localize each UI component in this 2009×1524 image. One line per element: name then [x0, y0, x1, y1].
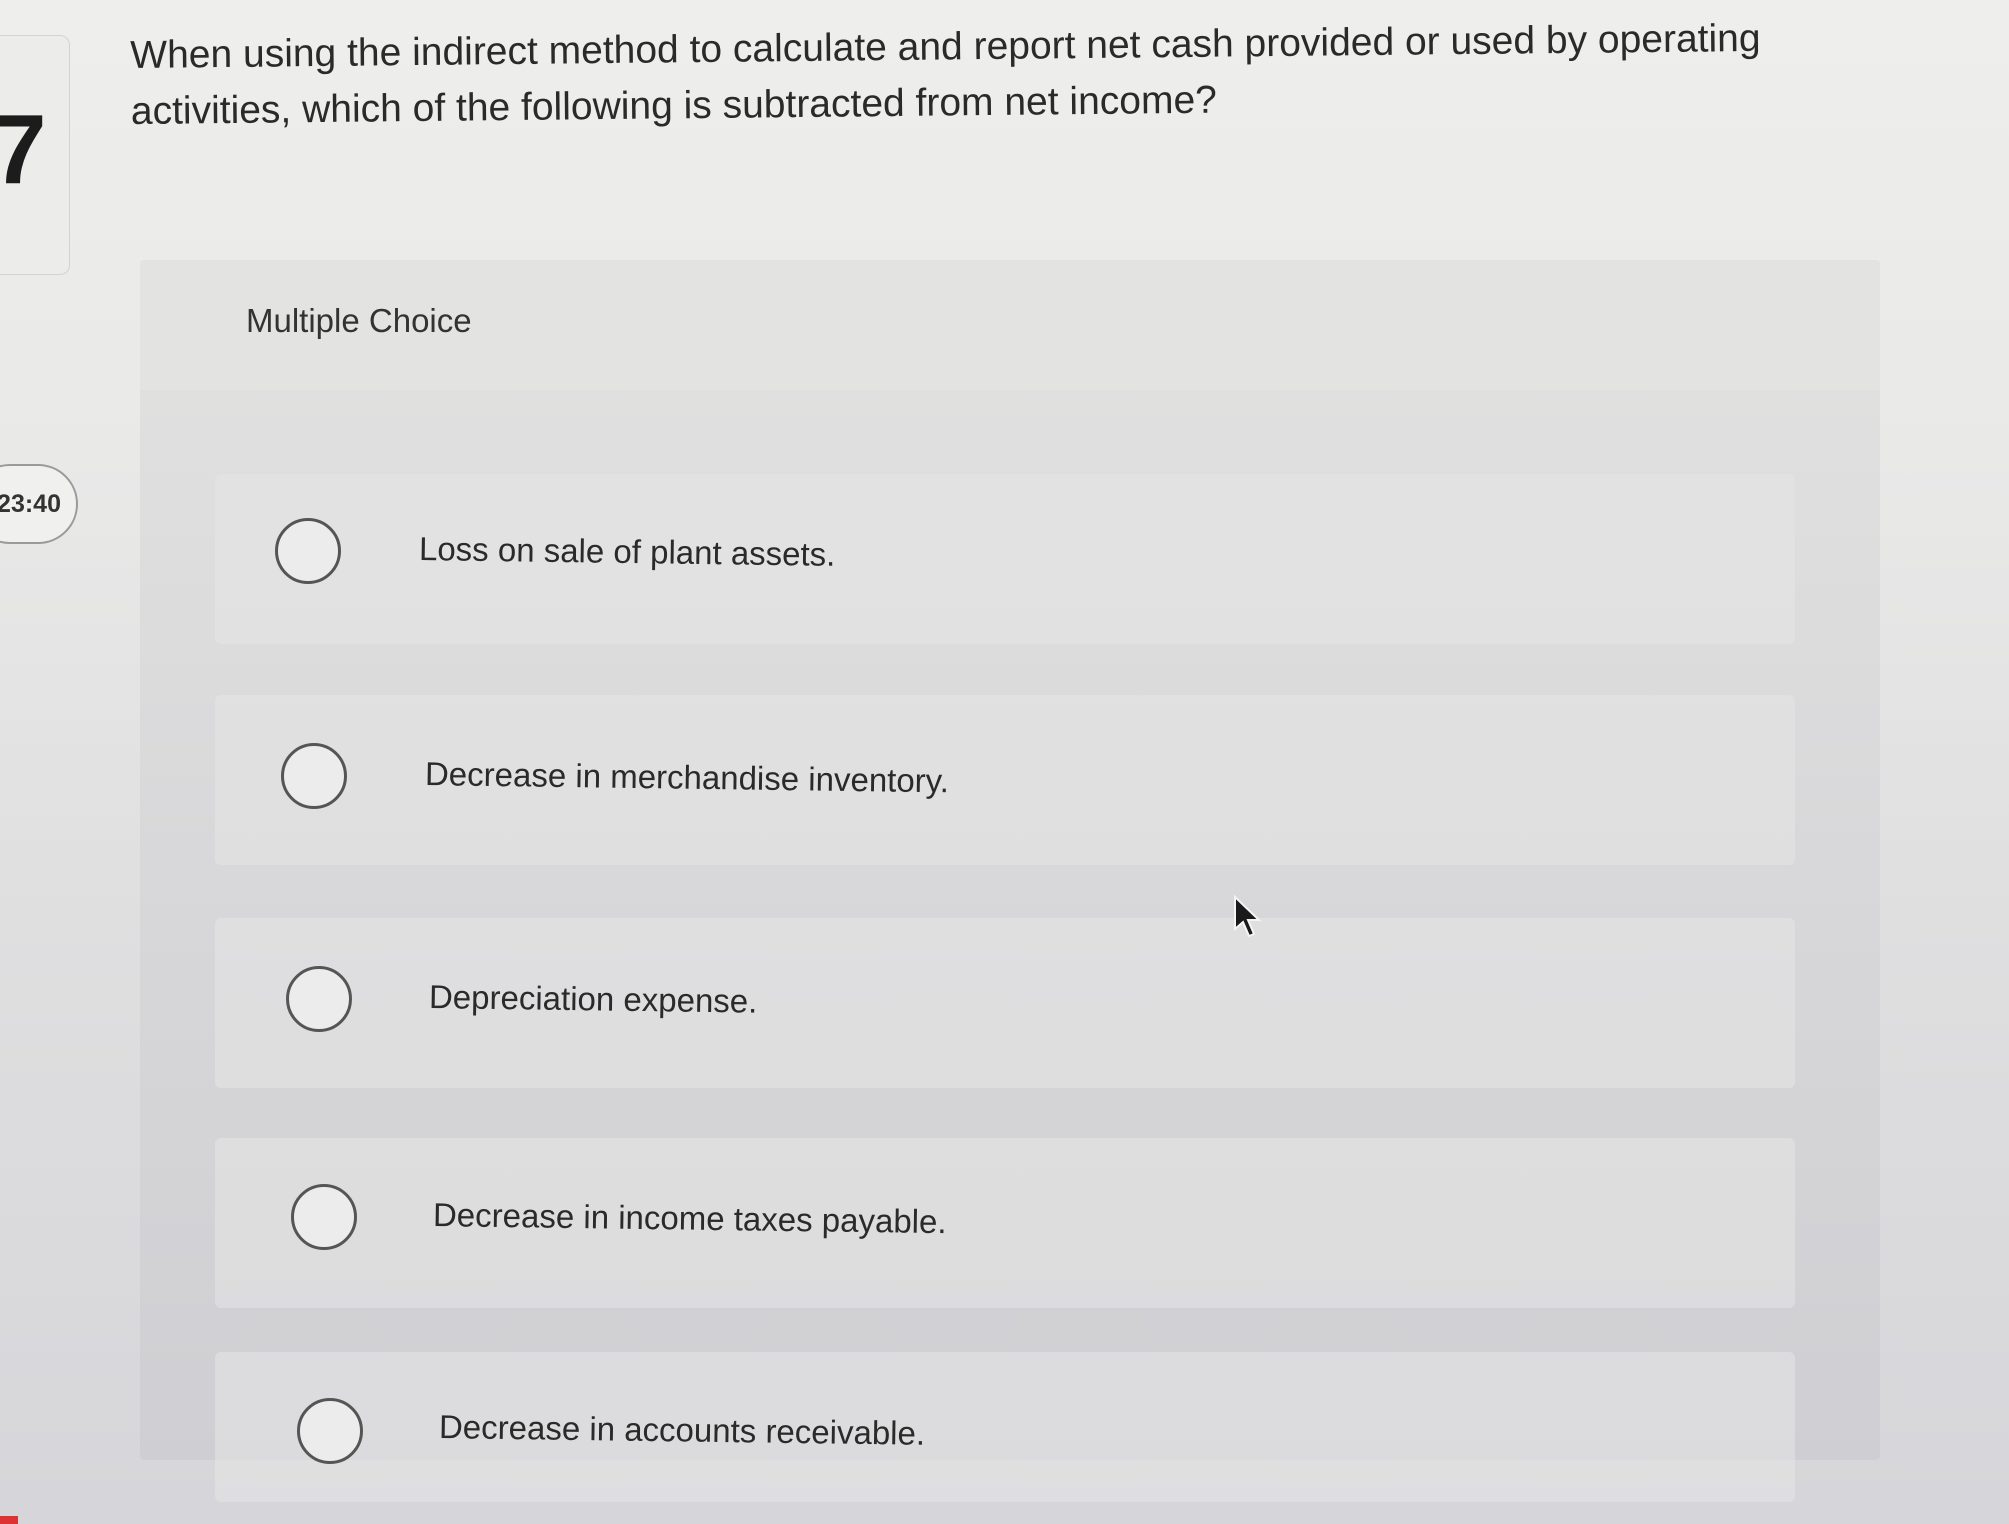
choice-label[interactable]: Decrease in accounts receivable.: [439, 1408, 926, 1453]
radio-unchecked-icon[interactable]: [291, 1184, 357, 1250]
choice-option[interactable]: Decrease in merchandise inventory.: [215, 695, 1795, 865]
browser-edge-accent: [0, 1516, 18, 1524]
question-text: When using the indirect method to calcul…: [130, 16, 1761, 133]
radio-unchecked-icon[interactable]: [281, 743, 347, 809]
choice-label[interactable]: Loss on sale of plant assets.: [419, 530, 836, 574]
question-number: 7: [0, 94, 47, 204]
choice-option[interactable]: Loss on sale of plant assets.: [215, 474, 1795, 644]
radio-unchecked-icon[interactable]: [286, 966, 352, 1032]
choice-option[interactable]: Depreciation expense.: [215, 918, 1795, 1088]
radio-unchecked-icon[interactable]: [297, 1398, 363, 1464]
timer-badge: 23:40: [0, 464, 78, 544]
question-type-label: Multiple Choice: [246, 302, 472, 339]
mouse-pointer-icon: [1234, 895, 1262, 938]
radio-unchecked-icon[interactable]: [275, 518, 341, 584]
choice-option[interactable]: Decrease in accounts receivable.: [215, 1352, 1795, 1502]
choice-label[interactable]: Decrease in income taxes payable.: [433, 1196, 947, 1241]
choice-label[interactable]: Decrease in merchandise inventory.: [425, 755, 949, 800]
choice-label[interactable]: Depreciation expense.: [429, 978, 758, 1021]
choice-option[interactable]: Decrease in income taxes payable.: [215, 1138, 1795, 1308]
